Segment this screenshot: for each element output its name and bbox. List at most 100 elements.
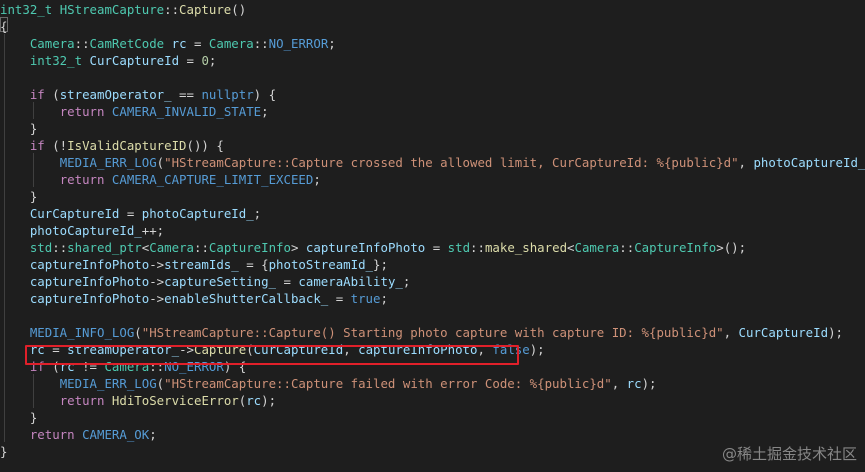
code-line: captureInfoPhoto->captureSetting_ = came…: [0, 273, 410, 290]
code-token: ::: [52, 240, 68, 255]
code-token: "HStreamCapture::Capture() Starting phot…: [141, 325, 724, 340]
code-token: }: [0, 121, 38, 136]
code-token: photoCaptureId_: [141, 206, 254, 221]
code-token: 0: [201, 53, 209, 68]
code-token: captureInfoPhoto: [29, 274, 150, 289]
code-token: int32_t: [0, 2, 53, 17]
code-token: captureSetting_: [164, 274, 277, 289]
code-token: ;: [380, 291, 388, 306]
code-token: ::: [74, 36, 90, 51]
code-token: make_shared: [484, 240, 568, 255]
code-token: return: [59, 104, 105, 119]
code-line: int32_t HStreamCapture::Capture(): [0, 1, 246, 18]
code-token: int32_t: [29, 53, 83, 68]
code-token: CurCaptureId: [29, 206, 120, 221]
code-token: CurCaptureId: [89, 53, 180, 68]
watermark: @稀土掘金技术社区: [722, 443, 857, 464]
code-line: return CAMERA_OK;: [0, 426, 157, 443]
code-token: if: [29, 138, 45, 153]
code-token: Camera: [574, 240, 620, 255]
code-token: );: [641, 376, 657, 391]
code-token: <: [567, 240, 575, 255]
code-token: captureInfoPhoto: [29, 257, 150, 272]
code-token: Capture: [179, 2, 232, 17]
code-line: }: [0, 120, 37, 137]
code-token: );: [828, 325, 843, 340]
code-token: "HStreamCapture::Capture crossed the all…: [164, 155, 739, 170]
code-line: captureInfoPhoto->streamIds_ = {photoStr…: [0, 256, 388, 273]
code-token: ++;: [141, 223, 165, 238]
code-token: );: [529, 342, 545, 357]
code-token: ==: [171, 87, 202, 102]
code-line: {: [0, 18, 7, 35]
code-token: true: [350, 291, 381, 306]
code-token: ::: [164, 2, 180, 17]
code-token: photoCaptureId_: [29, 223, 142, 238]
code-line: }: [0, 409, 37, 426]
watermark-text: @稀土掘金技术社区: [721, 445, 857, 463]
code-token: =: [425, 240, 448, 255]
code-line: }: [0, 188, 37, 205]
code-token: ;: [149, 427, 157, 442]
code-token: =: [328, 291, 351, 306]
code-token: CurCaptureId: [738, 325, 829, 340]
code-token: (: [44, 87, 60, 102]
code-token: ;: [313, 172, 321, 187]
code-token: MEDIA_ERR_LOG: [59, 376, 157, 391]
code-token: CAMERA_OK: [82, 427, 150, 442]
code-line: MEDIA_ERR_LOG("HStreamCapture::Capture c…: [0, 154, 865, 171]
code-token: return: [29, 427, 75, 442]
code-editor[interactable]: int32_t HStreamCapture::Capture(){ Camer…: [0, 0, 865, 472]
code-token: photoCaptureId_: [753, 155, 865, 170]
code-token: photoStreamId_: [268, 257, 374, 272]
code-token: );: [261, 393, 277, 408]
code-token: =: [276, 274, 299, 289]
code-token: }: [0, 189, 38, 204]
code-token: HStreamCapture: [59, 2, 165, 17]
code-token: ->: [149, 274, 165, 289]
code-token: (): [231, 2, 247, 17]
code-token: (!: [44, 138, 68, 153]
code-token: rc: [171, 36, 187, 51]
code-token: ;: [402, 274, 411, 289]
code-token: CAMERA_CAPTURE_LIMIT_EXCEED: [111, 172, 314, 187]
code-line: return CAMERA_CAPTURE_LIMIT_EXCEED;: [0, 171, 321, 188]
code-token: streamIds_: [164, 257, 239, 272]
highlight-box: [25, 345, 519, 365]
code-token: (: [134, 325, 142, 340]
code-token: NO_ERROR: [268, 36, 329, 51]
code-token: ::: [194, 240, 209, 255]
code-token: CamRetCode: [89, 36, 165, 51]
code-token: return: [59, 172, 105, 187]
code-token: CaptureInfo: [634, 240, 717, 255]
code-token: rc: [626, 376, 642, 391]
code-token: nullptr: [201, 87, 254, 102]
code-line: Camera::CamRetCode rc = Camera::NO_ERROR…: [0, 35, 336, 52]
code-token: ::: [253, 36, 269, 51]
code-token: MEDIA_INFO_LOG: [29, 325, 135, 340]
code-line: photoCaptureId_++;: [0, 222, 164, 239]
code-token: ()) {: [186, 138, 224, 153]
code-token: Camera: [29, 36, 75, 51]
code-line: if (streamOperator_ == nullptr) {: [0, 86, 276, 103]
code-line: std::shared_ptr<Camera::CaptureInfo> cap…: [0, 239, 746, 256]
code-line: MEDIA_ERR_LOG("HStreamCapture::Capture f…: [0, 375, 657, 392]
code-token: enableShutterCallback_: [164, 291, 329, 306]
code-line: CurCaptureId = photoCaptureId_;: [0, 205, 261, 222]
code-token: captureInfoPhoto: [305, 240, 426, 255]
